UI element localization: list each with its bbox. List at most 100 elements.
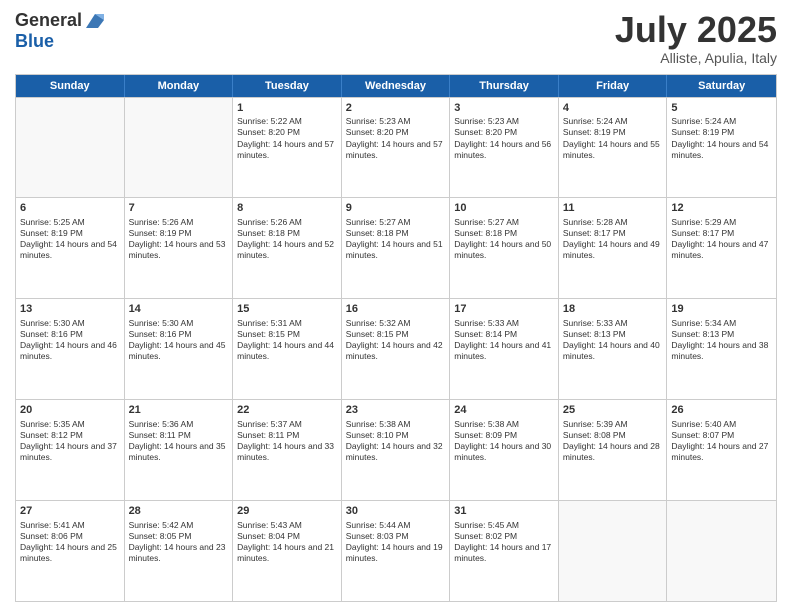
daylight-text: Daylight: 14 hours and 37 minutes. <box>20 441 120 463</box>
day-number: 23 <box>346 403 446 418</box>
day-number: 30 <box>346 504 446 519</box>
day-cell-7: 7Sunrise: 5:26 AMSunset: 8:19 PMDaylight… <box>125 198 234 298</box>
daylight-text: Daylight: 14 hours and 46 minutes. <box>20 340 120 362</box>
sunrise-text: Sunrise: 5:22 AM <box>237 116 337 127</box>
sunrise-text: Sunrise: 5:28 AM <box>563 217 663 228</box>
day-cell-6: 6Sunrise: 5:25 AMSunset: 8:19 PMDaylight… <box>16 198 125 298</box>
empty-cell <box>125 98 234 198</box>
daylight-text: Daylight: 14 hours and 35 minutes. <box>129 441 229 463</box>
daylight-text: Daylight: 14 hours and 52 minutes. <box>237 239 337 261</box>
sunrise-text: Sunrise: 5:44 AM <box>346 520 446 531</box>
day-number: 29 <box>237 504 337 519</box>
daylight-text: Daylight: 14 hours and 42 minutes. <box>346 340 446 362</box>
day-number: 24 <box>454 403 554 418</box>
sunrise-text: Sunrise: 5:23 AM <box>346 116 446 127</box>
sunrise-text: Sunrise: 5:41 AM <box>20 520 120 531</box>
sunset-text: Sunset: 8:16 PM <box>20 329 120 340</box>
day-cell-21: 21Sunrise: 5:36 AMSunset: 8:11 PMDayligh… <box>125 400 234 500</box>
sunset-text: Sunset: 8:15 PM <box>237 329 337 340</box>
calendar-week-5: 27Sunrise: 5:41 AMSunset: 8:06 PMDayligh… <box>16 500 776 601</box>
day-cell-18: 18Sunrise: 5:33 AMSunset: 8:13 PMDayligh… <box>559 299 668 399</box>
sunrise-text: Sunrise: 5:26 AM <box>237 217 337 228</box>
sunrise-text: Sunrise: 5:23 AM <box>454 116 554 127</box>
daylight-text: Daylight: 14 hours and 51 minutes. <box>346 239 446 261</box>
sunrise-text: Sunrise: 5:38 AM <box>454 419 554 430</box>
sunset-text: Sunset: 8:17 PM <box>563 228 663 239</box>
sunset-text: Sunset: 8:14 PM <box>454 329 554 340</box>
day-cell-22: 22Sunrise: 5:37 AMSunset: 8:11 PMDayligh… <box>233 400 342 500</box>
day-number: 4 <box>563 101 663 116</box>
sunset-text: Sunset: 8:09 PM <box>454 430 554 441</box>
day-cell-28: 28Sunrise: 5:42 AMSunset: 8:05 PMDayligh… <box>125 501 234 601</box>
sunset-text: Sunset: 8:20 PM <box>237 127 337 138</box>
day-cell-13: 13Sunrise: 5:30 AMSunset: 8:16 PMDayligh… <box>16 299 125 399</box>
day-number: 6 <box>20 201 120 216</box>
sunrise-text: Sunrise: 5:43 AM <box>237 520 337 531</box>
day-number: 19 <box>671 302 772 317</box>
daylight-text: Daylight: 14 hours and 49 minutes. <box>563 239 663 261</box>
daylight-text: Daylight: 14 hours and 57 minutes. <box>346 139 446 161</box>
logo-general-text: General <box>15 11 82 31</box>
day-number: 31 <box>454 504 554 519</box>
daylight-text: Daylight: 14 hours and 32 minutes. <box>346 441 446 463</box>
sunrise-text: Sunrise: 5:45 AM <box>454 520 554 531</box>
sunset-text: Sunset: 8:18 PM <box>346 228 446 239</box>
daylight-text: Daylight: 14 hours and 38 minutes. <box>671 340 772 362</box>
day-number: 8 <box>237 201 337 216</box>
sunset-text: Sunset: 8:04 PM <box>237 531 337 542</box>
sunset-text: Sunset: 8:19 PM <box>129 228 229 239</box>
day-cell-10: 10Sunrise: 5:27 AMSunset: 8:18 PMDayligh… <box>450 198 559 298</box>
day-cell-11: 11Sunrise: 5:28 AMSunset: 8:17 PMDayligh… <box>559 198 668 298</box>
daylight-text: Daylight: 14 hours and 44 minutes. <box>237 340 337 362</box>
day-cell-26: 26Sunrise: 5:40 AMSunset: 8:07 PMDayligh… <box>667 400 776 500</box>
sunrise-text: Sunrise: 5:27 AM <box>346 217 446 228</box>
day-cell-23: 23Sunrise: 5:38 AMSunset: 8:10 PMDayligh… <box>342 400 451 500</box>
day-number: 28 <box>129 504 229 519</box>
daylight-text: Daylight: 14 hours and 17 minutes. <box>454 542 554 564</box>
day-cell-19: 19Sunrise: 5:34 AMSunset: 8:13 PMDayligh… <box>667 299 776 399</box>
day-number: 2 <box>346 101 446 116</box>
daylight-text: Daylight: 14 hours and 25 minutes. <box>20 542 120 564</box>
header-day-tuesday: Tuesday <box>233 75 342 97</box>
day-cell-30: 30Sunrise: 5:44 AMSunset: 8:03 PMDayligh… <box>342 501 451 601</box>
month-title: July 2025 <box>615 10 777 50</box>
day-number: 27 <box>20 504 120 519</box>
logo-blue-text: Blue <box>15 32 54 52</box>
day-number: 14 <box>129 302 229 317</box>
header-day-saturday: Saturday <box>667 75 776 97</box>
sunset-text: Sunset: 8:11 PM <box>237 430 337 441</box>
sunrise-text: Sunrise: 5:31 AM <box>237 318 337 329</box>
sunrise-text: Sunrise: 5:42 AM <box>129 520 229 531</box>
sunset-text: Sunset: 8:13 PM <box>563 329 663 340</box>
sunrise-text: Sunrise: 5:40 AM <box>671 419 772 430</box>
daylight-text: Daylight: 14 hours and 23 minutes. <box>129 542 229 564</box>
sunset-text: Sunset: 8:06 PM <box>20 531 120 542</box>
day-number: 17 <box>454 302 554 317</box>
day-number: 10 <box>454 201 554 216</box>
calendar-week-1: 1Sunrise: 5:22 AMSunset: 8:20 PMDaylight… <box>16 97 776 198</box>
sunset-text: Sunset: 8:15 PM <box>346 329 446 340</box>
calendar-week-3: 13Sunrise: 5:30 AMSunset: 8:16 PMDayligh… <box>16 298 776 399</box>
page: General Blue July 2025 Alliste, Apulia, … <box>0 0 792 612</box>
daylight-text: Daylight: 14 hours and 56 minutes. <box>454 139 554 161</box>
sunset-text: Sunset: 8:17 PM <box>671 228 772 239</box>
header-day-thursday: Thursday <box>450 75 559 97</box>
day-number: 12 <box>671 201 772 216</box>
sunset-text: Sunset: 8:16 PM <box>129 329 229 340</box>
daylight-text: Daylight: 14 hours and 53 minutes. <box>129 239 229 261</box>
day-number: 25 <box>563 403 663 418</box>
day-cell-8: 8Sunrise: 5:26 AMSunset: 8:18 PMDaylight… <box>233 198 342 298</box>
sunset-text: Sunset: 8:20 PM <box>454 127 554 138</box>
day-number: 18 <box>563 302 663 317</box>
sunrise-text: Sunrise: 5:33 AM <box>563 318 663 329</box>
sunset-text: Sunset: 8:03 PM <box>346 531 446 542</box>
day-cell-16: 16Sunrise: 5:32 AMSunset: 8:15 PMDayligh… <box>342 299 451 399</box>
day-cell-1: 1Sunrise: 5:22 AMSunset: 8:20 PMDaylight… <box>233 98 342 198</box>
subtitle: Alliste, Apulia, Italy <box>615 50 777 66</box>
sunrise-text: Sunrise: 5:24 AM <box>563 116 663 127</box>
sunset-text: Sunset: 8:13 PM <box>671 329 772 340</box>
sunrise-text: Sunrise: 5:39 AM <box>563 419 663 430</box>
sunrise-text: Sunrise: 5:29 AM <box>671 217 772 228</box>
day-number: 7 <box>129 201 229 216</box>
sunrise-text: Sunrise: 5:27 AM <box>454 217 554 228</box>
